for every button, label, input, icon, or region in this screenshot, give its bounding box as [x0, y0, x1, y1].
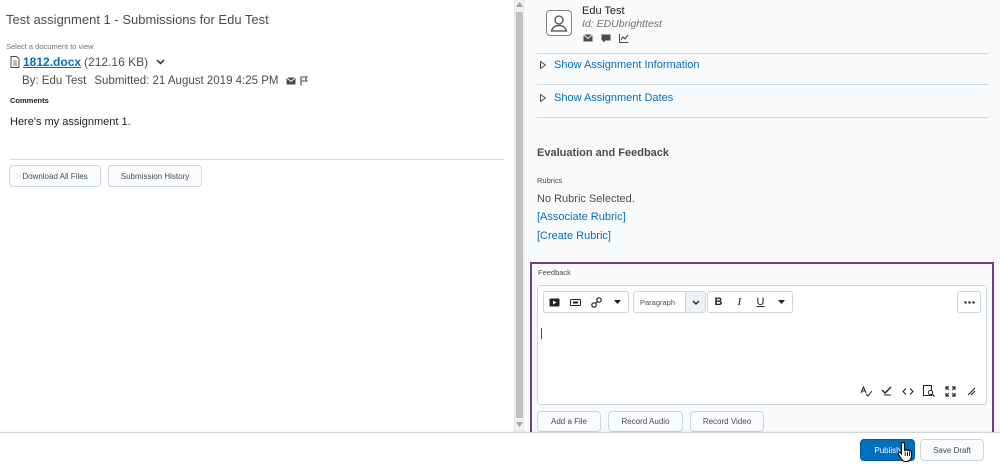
save-draft-button[interactable]: Save Draft [920, 439, 984, 461]
scroll-down-icon[interactable] [516, 422, 523, 427]
source-code-icon[interactable] [901, 385, 915, 397]
record-video-button[interactable]: Record Video [690, 411, 764, 432]
email-icon[interactable] [583, 34, 593, 43]
text-style-toolbar-group: B I U [707, 291, 793, 313]
underline-button[interactable]: U [750, 292, 771, 312]
submission-byline: By: Edu Test Submitted: 21 August 2019 4… [22, 75, 309, 87]
chevron-down-icon[interactable] [771, 292, 792, 312]
submitted-date: Submitted: 21 August 2019 4:25 PM [94, 75, 279, 87]
feedback-label: Feedback [538, 268, 571, 277]
user-name: Edu Test [582, 5, 625, 17]
download-all-files-button[interactable]: Download All Files [9, 165, 101, 187]
submission-history-button[interactable]: Submission History [108, 165, 202, 187]
spellcheck-icon[interactable] [859, 385, 873, 397]
document-icon [10, 56, 20, 68]
editor-tools [859, 385, 978, 397]
rubrics-label: Rubrics [537, 176, 563, 185]
divider [537, 84, 989, 85]
show-assignment-dates-label: Show Assignment Dates [554, 92, 674, 104]
chevron-down-icon [685, 292, 705, 312]
resize-handle-icon[interactable] [964, 385, 978, 397]
page-title: Test assignment 1 - Submissions for Edu … [6, 12, 269, 27]
action-bar [0, 432, 1000, 475]
user-id: Id: EDUbrighttest [582, 18, 662, 30]
scrollbar-thumb[interactable] [516, 12, 523, 418]
email-icon[interactable] [286, 77, 297, 85]
create-rubric-link[interactable]: [Create Rubric] [537, 230, 611, 242]
chevron-down-icon[interactable] [156, 59, 165, 65]
insert-toolbar-group [543, 291, 629, 313]
caret-right-icon [540, 94, 546, 102]
show-assignment-dates-toggle[interactable]: Show Assignment Dates [540, 92, 673, 104]
select-document-label: Select a document to view [6, 42, 94, 51]
message-icon[interactable] [601, 34, 611, 43]
italic-button[interactable]: I [729, 292, 750, 312]
add-file-button[interactable]: Add a File [537, 411, 601, 432]
more-options-button[interactable] [957, 291, 981, 313]
file-link[interactable]: 1812.docx [23, 55, 81, 69]
file-row: 1812.docx (212.16 KB) [10, 55, 165, 69]
no-rubric-text: No Rubric Selected. [537, 193, 635, 205]
show-assignment-information-toggle[interactable]: Show Assignment Information [540, 59, 700, 71]
comments-text: Here's my assignment 1. [10, 116, 131, 128]
evaluation-heading: Evaluation and Feedback [537, 147, 670, 159]
scroll-up-icon[interactable] [516, 2, 523, 7]
divider [10, 159, 504, 160]
user-actions [583, 34, 629, 43]
link-icon[interactable] [586, 292, 607, 312]
preview-icon[interactable] [922, 385, 936, 397]
flag-icon[interactable] [300, 76, 309, 86]
show-assignment-information-label: Show Assignment Information [554, 59, 700, 71]
block-format-select[interactable]: Paragraph [633, 291, 706, 313]
divider [537, 53, 989, 54]
submitted-by: By: Edu Test [22, 75, 87, 87]
chevron-down-icon[interactable] [607, 292, 628, 312]
block-format-value: Paragraph [640, 297, 676, 307]
associate-rubric-link[interactable]: [Associate Rubric] [537, 211, 626, 223]
fullscreen-icon[interactable] [943, 385, 957, 397]
hand-cursor-icon [897, 441, 915, 463]
comments-label: Comments [10, 96, 49, 105]
ellipsis-icon [963, 300, 975, 304]
accessibility-check-icon[interactable] [880, 385, 894, 397]
record-audio-button[interactable]: Record Audio [608, 411, 683, 432]
divider [537, 117, 989, 118]
bold-button[interactable]: B [708, 292, 729, 312]
insert-media-icon[interactable] [544, 292, 565, 312]
insert-stuff-icon[interactable] [565, 292, 586, 312]
avatar [546, 10, 572, 36]
caret-right-icon [540, 61, 546, 69]
text-cursor [541, 328, 542, 339]
progress-chart-icon[interactable] [619, 34, 629, 43]
file-size: (212.16 KB) [84, 55, 149, 69]
